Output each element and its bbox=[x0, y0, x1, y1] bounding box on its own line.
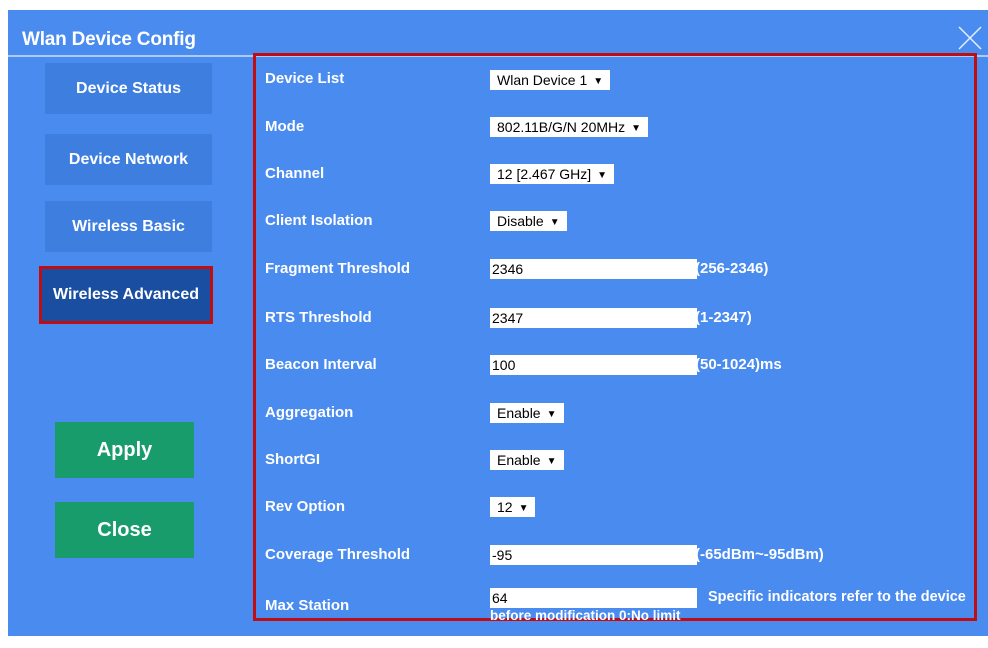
client-isolation-select[interactable]: Disable ▼ bbox=[490, 211, 567, 231]
shortgi-value: Enable bbox=[497, 452, 541, 468]
client-isolation-value: Disable bbox=[497, 213, 544, 229]
triangle-down-icon: ▼ bbox=[546, 409, 557, 420]
device-list-value: Wlan Device 1 bbox=[497, 72, 588, 88]
fragment-threshold-range: (256-2346) bbox=[695, 260, 769, 277]
channel-value: 12 [2.467 GHz] bbox=[497, 166, 592, 182]
triangle-down-icon: ▼ bbox=[593, 76, 604, 87]
rts-threshold-input[interactable]: 2347 bbox=[490, 308, 697, 328]
dialog-title: Wlan Device Config bbox=[22, 29, 196, 50]
triangle-down-icon: ▼ bbox=[631, 123, 642, 134]
apply-button[interactable]: Apply bbox=[55, 422, 194, 478]
client-isolation-label: Client Isolation bbox=[265, 212, 373, 229]
close-icon[interactable] bbox=[956, 24, 984, 52]
triangle-down-icon: ▼ bbox=[518, 503, 529, 514]
rev-option-select[interactable]: 12 ▼ bbox=[490, 497, 536, 517]
aggregation-value: Enable bbox=[497, 405, 541, 421]
close-button[interactable]: Close bbox=[55, 502, 194, 558]
rev-option-label: Rev Option bbox=[265, 498, 346, 515]
coverage-threshold-range: (-65dBm~-95dBm) bbox=[695, 546, 824, 563]
sidebar-item-label: Wireless Advanced bbox=[53, 286, 199, 303]
fragment-threshold-label: Fragment Threshold bbox=[265, 260, 411, 277]
sidebar-item-label: Device Network bbox=[68, 150, 189, 168]
mode-value: 802.11B/G/N 20MHz bbox=[497, 119, 626, 135]
shortgi-label: ShortGI bbox=[265, 451, 320, 468]
sidebar-item-wireless-basic[interactable]: Wireless Basic bbox=[45, 201, 212, 252]
title-bar: Wlan Device Config bbox=[8, 10, 988, 55]
aggregation-label: Aggregation bbox=[265, 404, 354, 421]
aggregation-select[interactable]: Enable ▼ bbox=[490, 403, 564, 423]
device-list-select[interactable]: Wlan Device 1 ▼ bbox=[490, 70, 611, 90]
coverage-threshold-label: Coverage Threshold bbox=[265, 546, 411, 563]
settings-panel bbox=[253, 53, 977, 621]
beacon-interval-label: Beacon Interval bbox=[265, 356, 377, 373]
triangle-down-icon: ▼ bbox=[546, 456, 557, 467]
max-station-note: Specific indicators refer to the device bbox=[708, 589, 966, 605]
mode-select[interactable]: 802.11B/G/N 20MHz ▼ bbox=[490, 117, 649, 137]
shortgi-select[interactable]: Enable ▼ bbox=[490, 450, 564, 470]
fragment-threshold-input[interactable]: 2346 bbox=[490, 259, 697, 279]
sidebar-item-device-status[interactable]: Device Status bbox=[45, 63, 212, 114]
sidebar-item-label: Wireless Basic bbox=[72, 217, 185, 235]
mode-label: Mode bbox=[265, 118, 305, 135]
sidebar-item-label: Device Status bbox=[76, 79, 181, 97]
max-station-input[interactable]: 64 bbox=[490, 588, 697, 608]
device-list-label: Device List bbox=[265, 70, 345, 87]
max-station-note-2: before modification 0:No limit bbox=[490, 608, 681, 623]
triangle-down-icon: ▼ bbox=[549, 217, 560, 228]
triangle-down-icon: ▼ bbox=[597, 170, 608, 181]
coverage-threshold-input[interactable]: -95 bbox=[490, 545, 697, 565]
sidebar-item-wireless-advanced[interactable]: Wireless Advanced bbox=[39, 266, 213, 324]
beacon-interval-input[interactable]: 100 bbox=[490, 355, 697, 375]
sidebar-item-device-network[interactable]: Device Network bbox=[45, 134, 212, 185]
rts-threshold-label: RTS Threshold bbox=[265, 309, 372, 326]
max-station-label: Max Station bbox=[265, 597, 350, 614]
rev-option-value: 12 bbox=[497, 499, 513, 515]
beacon-interval-range: (50-1024)ms bbox=[695, 356, 782, 373]
rts-threshold-range: (1-2347) bbox=[695, 309, 752, 326]
channel-select[interactable]: 12 [2.467 GHz] ▼ bbox=[490, 164, 615, 184]
channel-label: Channel bbox=[265, 165, 325, 182]
